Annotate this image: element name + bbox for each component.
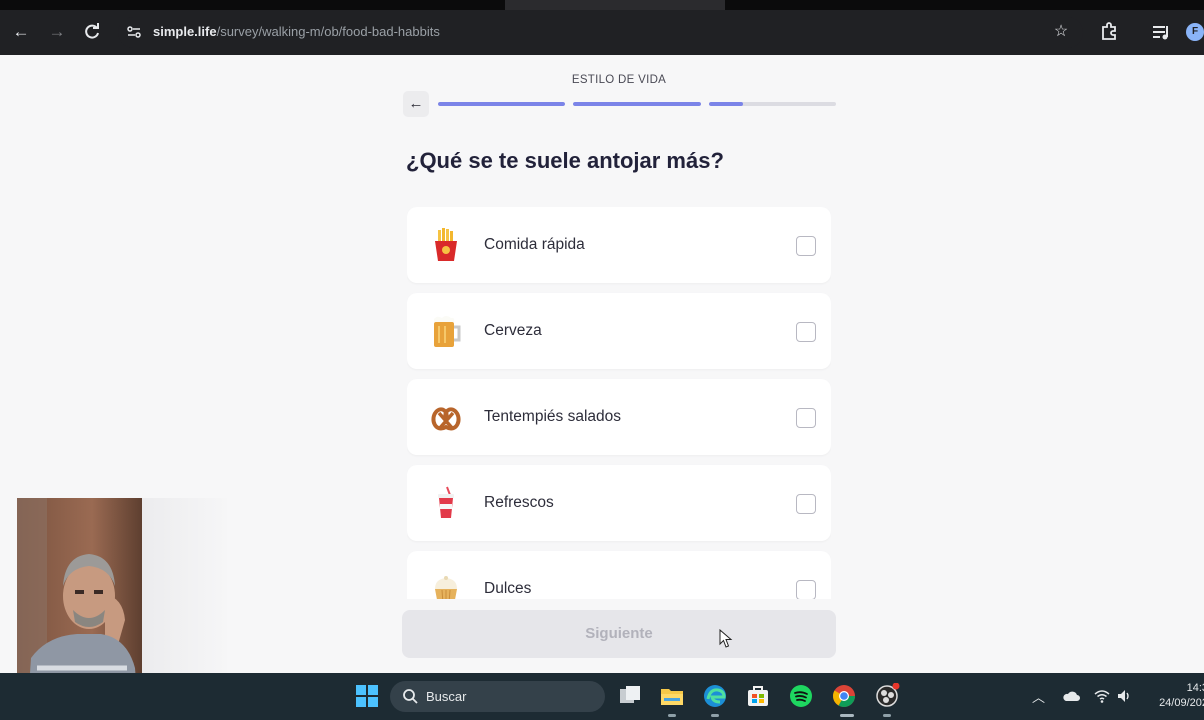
mouse-cursor-icon [719, 629, 733, 648]
browser-toolbar: ← → simple.life/survey/walking-m/ob/food… [0, 10, 1204, 55]
option-checkbox[interactable] [796, 580, 816, 599]
volume-icon[interactable] [1116, 688, 1132, 704]
soft-drink-cup-icon [438, 486, 454, 518]
option-checkbox[interactable] [796, 236, 816, 256]
bookmark-star-icon[interactable]: ☆ [1050, 20, 1072, 44]
search-label: Buscar [426, 689, 467, 704]
edge-browser-icon[interactable] [702, 683, 728, 709]
pretzel-icon [431, 407, 461, 431]
running-indicator [883, 714, 891, 717]
running-indicator [711, 714, 719, 717]
running-indicator [668, 714, 676, 717]
spotify-icon[interactable] [788, 683, 814, 709]
step-label: ESTILO DE VIDA [571, 74, 667, 86]
option-label: Dulces [484, 580, 532, 597]
taskbar-search[interactable]: Buscar [390, 681, 605, 712]
obs-recorder-icon[interactable] [874, 683, 900, 709]
progress-segment-1 [438, 102, 565, 106]
progress-segment-2 [573, 102, 701, 106]
cupcake-icon [435, 576, 457, 599]
tab-strip [0, 0, 1204, 10]
back-arrow-icon[interactable]: ← [9, 20, 33, 44]
options-list: Comida rápida Cerveza Tentempiés salados [407, 207, 831, 599]
reload-icon[interactable] [80, 20, 104, 44]
url-path: /survey/walking-m/ob/food-bad-habbits [216, 24, 440, 39]
option-label: Tentempiés salados [484, 408, 621, 425]
option-checkbox[interactable] [796, 408, 816, 428]
microsoft-store-icon[interactable] [745, 683, 771, 709]
question-title: ¿Qué se te suele antojar más? [406, 148, 724, 173]
taskbar-clock[interactable]: 14:3 24/09/202 [1148, 681, 1204, 711]
fries-icon [435, 228, 457, 261]
option-cerveza[interactable]: Cerveza [407, 293, 831, 369]
beer-mug-icon [434, 316, 461, 347]
task-view-icon[interactable] [617, 683, 643, 709]
search-icon [403, 689, 418, 704]
option-label: Refrescos [484, 494, 554, 511]
survey-back-button[interactable]: ← [403, 91, 429, 117]
file-explorer-icon[interactable] [659, 683, 685, 709]
next-button[interactable]: Siguiente [402, 610, 836, 658]
active-tab[interactable] [505, 0, 725, 10]
forward-arrow-icon[interactable]: → [45, 20, 69, 44]
option-tentempies-salados[interactable]: Tentempiés salados [407, 379, 831, 455]
address-bar[interactable]: simple.life/survey/walking-m/ob/food-bad… [118, 17, 1083, 48]
progress-segment-3 [709, 102, 836, 106]
progress-fill-2 [573, 102, 701, 106]
onedrive-cloud-icon[interactable] [1062, 689, 1080, 703]
option-checkbox[interactable] [796, 494, 816, 514]
extensions-puzzle-icon[interactable] [1098, 20, 1120, 44]
taskbar: Buscar ︿ 14:3 24/09/202 [0, 673, 1204, 720]
option-refrescos[interactable]: Refrescos [407, 465, 831, 541]
option-dulces[interactable]: Dulces [407, 551, 831, 599]
progress-fill-1 [438, 102, 565, 106]
tray-chevron-icon[interactable]: ︿ [1032, 687, 1045, 706]
option-label: Cerveza [484, 322, 542, 339]
chrome-icon[interactable] [831, 683, 857, 709]
profile-avatar[interactable]: F [1186, 23, 1204, 41]
url-host: simple.life [153, 24, 217, 39]
windows-start-icon[interactable] [354, 683, 380, 709]
site-settings-icon[interactable] [126, 24, 142, 40]
url-text: simple.life/survey/walking-m/ob/food-bad… [153, 24, 440, 39]
progress-fill-3 [709, 102, 744, 106]
media-control-icon[interactable] [1150, 20, 1172, 44]
option-label: Comida rápida [484, 236, 585, 253]
option-comida-rapida[interactable]: Comida rápida [407, 207, 831, 283]
clock-date: 24/09/202 [1159, 697, 1204, 709]
wifi-icon[interactable] [1094, 688, 1110, 704]
running-indicator [840, 714, 854, 717]
webcam-shadow [142, 498, 227, 673]
clock-time: 14:3 [1186, 682, 1204, 694]
option-checkbox[interactable] [796, 322, 816, 342]
